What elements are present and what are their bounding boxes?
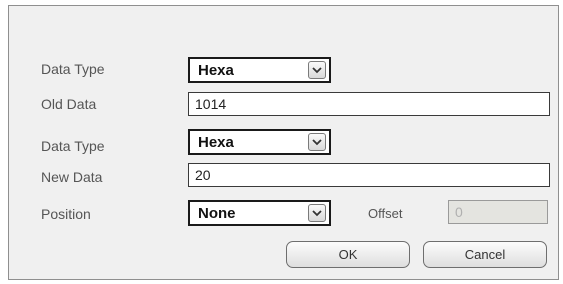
new-data-label: New Data [41, 169, 103, 185]
chevron-down-icon [312, 67, 322, 74]
data-type-select[interactable]: Hexa [188, 57, 331, 83]
ok-button[interactable]: OK [286, 241, 410, 268]
new-data-type-value: Hexa [198, 134, 234, 151]
new-data-type-dropdown-button[interactable] [308, 133, 326, 151]
chevron-down-icon [312, 210, 322, 217]
position-value: None [198, 205, 236, 222]
new-data-type-select[interactable]: Hexa [188, 129, 331, 155]
new-data-field[interactable]: 20 [188, 163, 550, 187]
offset-label: Offset [368, 206, 403, 221]
data-type-value: Hexa [198, 62, 234, 79]
position-dropdown-button[interactable] [308, 204, 326, 222]
offset-field[interactable]: 0 [448, 200, 548, 224]
old-data-field[interactable]: 1014 [188, 92, 550, 116]
position-label: Position [41, 206, 91, 222]
cancel-button[interactable]: Cancel [423, 241, 547, 268]
new-data-type-label: Data Type [41, 138, 105, 154]
dialog: Data Type Hexa Old Data 1014 Data Type H… [8, 5, 559, 280]
chevron-down-icon [312, 139, 322, 146]
data-type-label: Data Type [41, 61, 105, 77]
old-data-label: Old Data [41, 96, 97, 112]
data-type-dropdown-button[interactable] [308, 61, 326, 79]
position-select[interactable]: None [188, 200, 331, 226]
